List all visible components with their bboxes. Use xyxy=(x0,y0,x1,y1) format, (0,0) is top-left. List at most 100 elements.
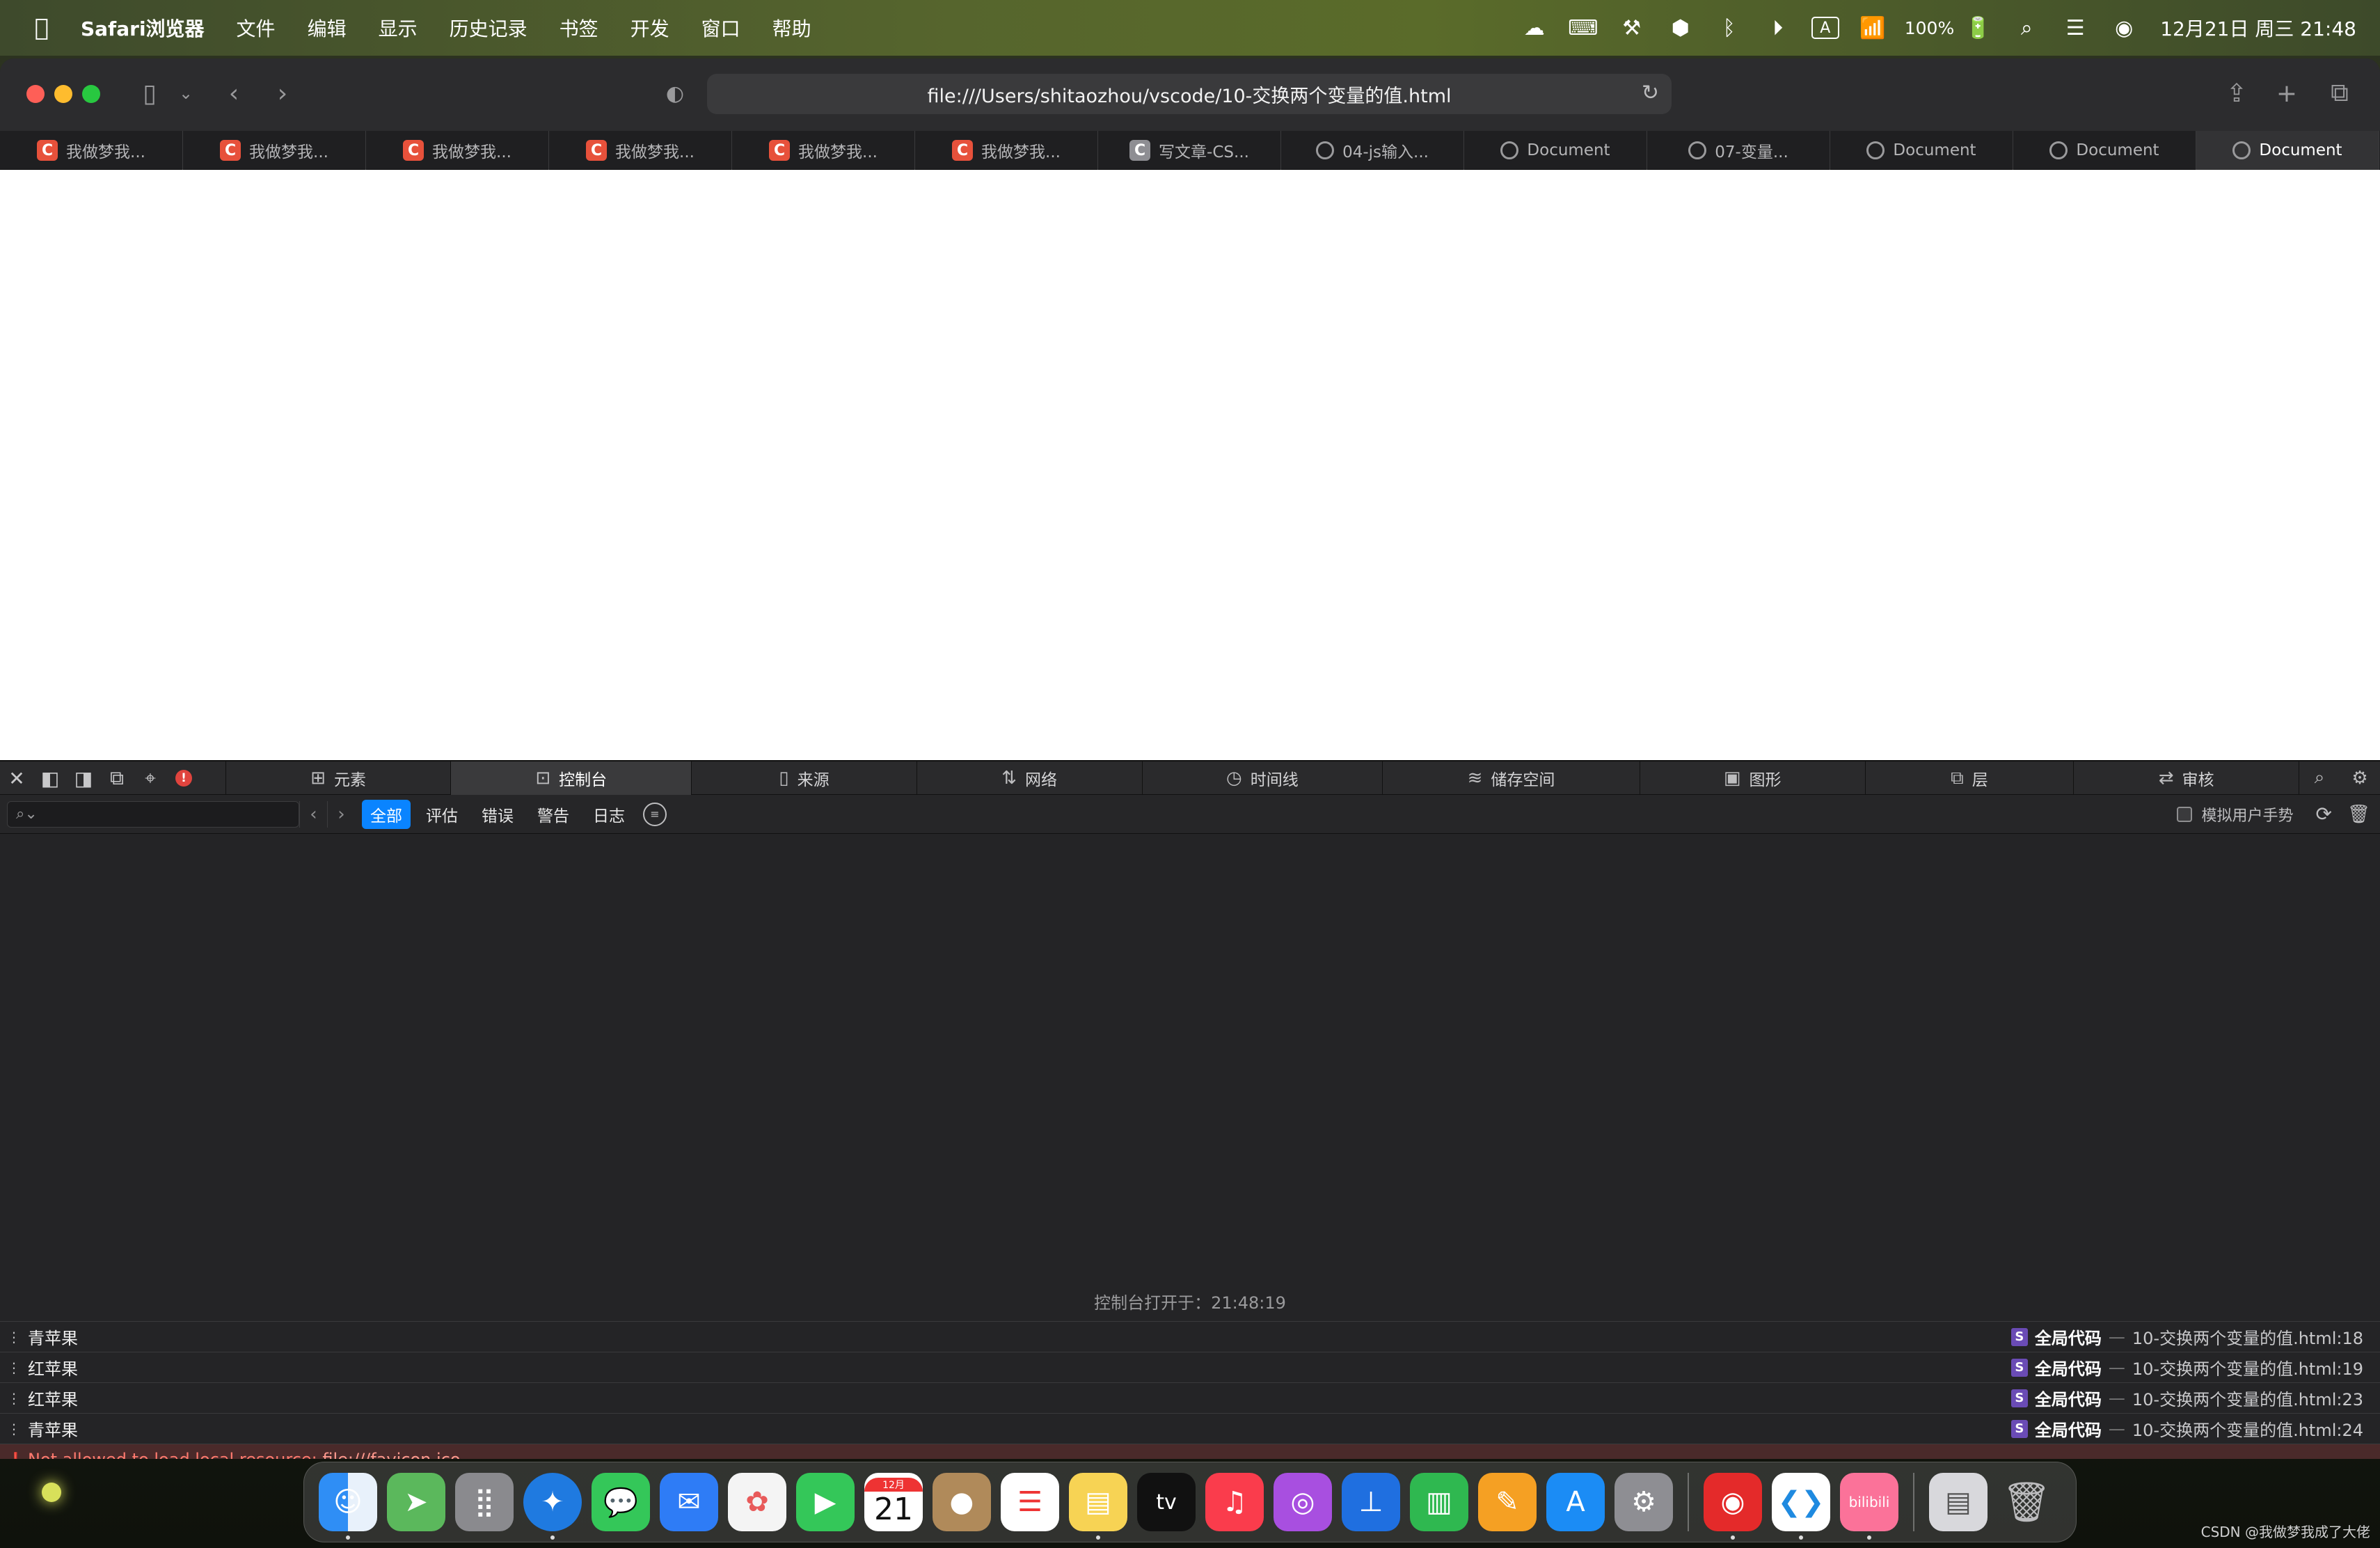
forward-button[interactable]: › xyxy=(269,75,296,111)
browser-tab[interactable]: Document xyxy=(1464,131,1647,170)
tab-sources[interactable]: ▯ 来源 xyxy=(691,761,917,795)
browser-tab[interactable]: C 我做梦我... xyxy=(183,131,366,170)
browser-tab[interactable]: Document xyxy=(1830,131,2013,170)
tab-overview-icon[interactable]: ⧉ xyxy=(2323,75,2356,111)
browser-tab-active[interactable]: Document xyxy=(2196,131,2379,170)
tab-graphics[interactable]: ▣ 图形 xyxy=(1639,761,1865,795)
menu-bookmarks[interactable]: 书签 xyxy=(560,14,598,42)
back-button[interactable]: ‹ xyxy=(220,75,248,111)
launchpad-icon[interactable]: ⣿ xyxy=(455,1473,514,1531)
podcasts-icon[interactable]: ◎ xyxy=(1274,1473,1332,1531)
shield-icon[interactable]: ⬢ xyxy=(1665,14,1696,42)
element-picker-icon[interactable]: ⌖ xyxy=(134,761,167,795)
browser-tab[interactable]: C 我做梦我... xyxy=(732,131,915,170)
browser-tab[interactable]: C 我做梦我... xyxy=(549,131,732,170)
apple-menu-icon[interactable]:  xyxy=(24,14,60,42)
app-menu[interactable]: Safari浏览器 xyxy=(81,14,205,42)
gear-icon[interactable]: ⚙ xyxy=(2340,761,2380,795)
menu-window[interactable]: 窗口 xyxy=(701,14,740,42)
browser-tab[interactable]: C 写文章-CS... xyxy=(1098,131,1281,170)
messages-icon[interactable]: 💬 xyxy=(592,1473,650,1531)
error-indicator-icon[interactable]: ! xyxy=(167,761,200,795)
finder-icon[interactable]: ☺ xyxy=(319,1473,377,1540)
address-bar[interactable]: file:///Users/shitaozhou/vscode/10-交换两个变… xyxy=(707,74,1672,114)
filter-logs[interactable]: 日志 xyxy=(585,800,633,829)
log-file-link[interactable]: 10-交换两个变量的值.html:23 xyxy=(2132,1386,2363,1410)
preview-icon[interactable]: ▤ xyxy=(1929,1473,1988,1531)
control-center-icon[interactable]: ☰ xyxy=(2060,14,2091,42)
play-icon[interactable]: ⏵ xyxy=(1763,14,1793,42)
keyboard-icon[interactable]: ⌨ xyxy=(1568,14,1598,42)
notes-icon[interactable]: ▤ xyxy=(1069,1473,1127,1540)
icloud-icon[interactable]: ☁ xyxy=(1519,14,1550,42)
chevron-down-icon[interactable]: ⌄ xyxy=(175,75,196,111)
system-settings-icon[interactable]: ⚙ xyxy=(1615,1473,1673,1531)
wifi-icon[interactable]: 📶 xyxy=(1857,14,1888,42)
previous-result-button[interactable]: ‹ xyxy=(299,800,327,828)
log-file-link[interactable]: 10-交换两个变量的值.html:18 xyxy=(2132,1325,2363,1349)
facetime-icon[interactable]: ▶ xyxy=(796,1473,855,1531)
mail-icon[interactable]: ✉ xyxy=(660,1473,718,1531)
dock-left-icon[interactable]: ◧ xyxy=(33,761,67,795)
tab-console[interactable]: ⊡ 控制台 xyxy=(450,761,692,795)
browser-tab[interactable]: C 我做梦我... xyxy=(366,131,549,170)
keynote-icon[interactable]: ⊥ xyxy=(1342,1473,1400,1531)
netease-music-icon[interactable]: ◉ xyxy=(1704,1473,1762,1540)
log-file-link[interactable]: 10-交换两个变量的值.html:24 xyxy=(2132,1416,2363,1441)
reminders-icon[interactable]: ☰ xyxy=(1001,1473,1059,1531)
log-source[interactable]: S 全局代码 — 10-交换两个变量的值.html:23 xyxy=(2010,1386,2380,1410)
menu-view[interactable]: 显示 xyxy=(379,14,418,42)
bluetooth-icon[interactable]: ᛒ xyxy=(1714,14,1745,42)
console-log-row[interactable]: ⋮ 青苹果 S 全局代码 — 10-交换两个变量的值.html:18 xyxy=(0,1321,2380,1352)
zoom-window-button[interactable] xyxy=(82,85,100,103)
log-file-link[interactable]: 10-交换两个变量的值.html:19 xyxy=(2132,1355,2363,1380)
menu-file[interactable]: 文件 xyxy=(237,14,276,42)
tab-elements[interactable]: ⊞ 元素 xyxy=(225,761,451,795)
log-source[interactable]: S 全局代码 — 10-交换两个变量的值.html:24 xyxy=(2010,1416,2380,1441)
menu-edit[interactable]: 编辑 xyxy=(308,14,347,42)
browser-tab[interactable]: C 我做梦我... xyxy=(915,131,1098,170)
browser-tab[interactable]: 04-js输入... xyxy=(1281,131,1464,170)
vscode-icon[interactable]: ❮❯ xyxy=(1772,1473,1830,1540)
tab-network[interactable]: ⇅ 网络 xyxy=(916,761,1142,795)
tab-audit[interactable]: ⇄ 审核 xyxy=(2073,761,2299,795)
filter-evaluations[interactable]: 评估 xyxy=(418,800,466,829)
dock-bottom-icon[interactable]: ◨ xyxy=(67,761,100,795)
simulate-gesture-checkbox[interactable] xyxy=(2176,806,2192,822)
menu-history[interactable]: 历史记录 xyxy=(450,14,527,42)
close-inspector-icon[interactable]: ✕ xyxy=(0,761,33,795)
apple-tv-icon[interactable]: tv xyxy=(1137,1473,1196,1531)
console-log-row[interactable]: ⋮ 红苹果 S 全局代码 — 10-交换两个变量的值.html:19 xyxy=(0,1352,2380,1382)
tab-storage[interactable]: ≋ 储存空间 xyxy=(1382,761,1640,795)
filter-warnings[interactable]: 警告 xyxy=(529,800,578,829)
spotlight-search-icon[interactable]: ⌕ xyxy=(2011,14,2042,42)
filter-all[interactable]: 全部 xyxy=(362,799,411,829)
input-method-icon[interactable]: A xyxy=(1811,17,1839,39)
share-icon[interactable]: ⇪ xyxy=(2220,75,2253,111)
close-window-button[interactable] xyxy=(26,85,45,103)
sidebar-toggle-icon[interactable]: ▯ xyxy=(132,75,167,111)
browser-tab[interactable]: C 我做梦我... xyxy=(0,131,183,170)
filter-errors[interactable]: 错误 xyxy=(473,800,522,829)
tab-layers[interactable]: ⧉ 层 xyxy=(1864,761,2074,795)
preserve-log-icon[interactable]: ⟳ xyxy=(2316,803,2332,826)
siri-icon[interactable]: ◉ xyxy=(2109,14,2139,42)
maps-icon[interactable]: ➤ xyxy=(387,1473,445,1531)
menubar-clock[interactable]: 12月21日 周三 21:48 xyxy=(2160,14,2356,42)
log-source[interactable]: S 全局代码 — 10-交换两个变量的值.html:18 xyxy=(2010,1325,2380,1349)
numbers-icon[interactable]: ▥ xyxy=(1410,1473,1468,1531)
app-store-icon[interactable]: A xyxy=(1546,1473,1605,1531)
music-icon[interactable]: ♫ xyxy=(1205,1473,1264,1531)
menu-help[interactable]: 帮助 xyxy=(772,14,811,42)
reload-icon[interactable]: ↻ xyxy=(1642,81,1659,105)
search-icon[interactable]: ⌕ xyxy=(2299,761,2340,795)
safari-icon[interactable]: ✦ xyxy=(523,1473,582,1540)
console-log-row[interactable]: ⋮ 青苹果 S 全局代码 — 10-交换两个变量的值.html:24 xyxy=(0,1413,2380,1444)
tab-timelines[interactable]: ◷ 时间线 xyxy=(1141,761,1383,795)
filter-options-icon[interactable]: ≡ xyxy=(643,802,667,826)
minimize-window-button[interactable] xyxy=(54,85,72,103)
menu-develop[interactable]: 开发 xyxy=(630,14,669,42)
web-page-content[interactable] xyxy=(0,170,2380,760)
browser-tab[interactable]: 07-变量... xyxy=(1647,131,1830,170)
contacts-icon[interactable]: ● xyxy=(933,1473,991,1531)
